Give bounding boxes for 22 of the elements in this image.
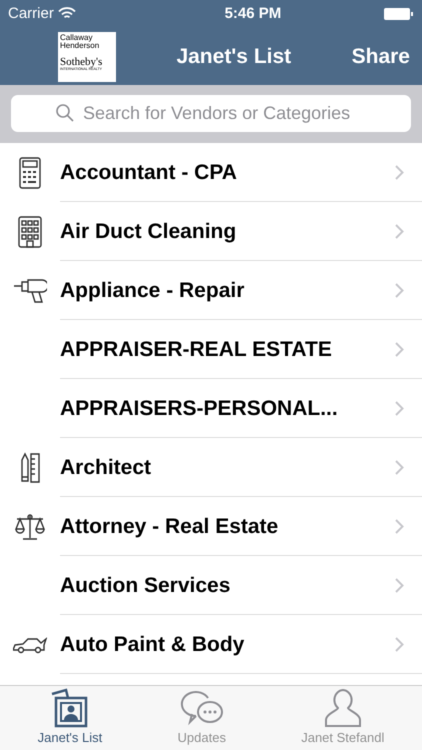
tab-bar-item[interactable]: Janet's List xyxy=(0,686,140,750)
chevron-icon xyxy=(395,460,404,475)
chevron-icon xyxy=(395,637,404,652)
chevron-icon xyxy=(395,224,404,239)
search-field[interactable]: Search for Vendors or Categories xyxy=(11,95,411,132)
chevron-icon xyxy=(395,283,404,298)
pencil-ruler-icon xyxy=(19,452,41,484)
chevron-icon xyxy=(395,342,404,357)
car-icon xyxy=(13,634,47,654)
chevron-icon xyxy=(395,578,404,593)
carrier-name: Carrier xyxy=(8,4,54,24)
building-icon xyxy=(18,216,42,248)
calculator-icon xyxy=(19,156,41,188)
chevron-icon xyxy=(395,519,404,534)
share-button[interactable]: Share xyxy=(352,40,410,72)
chevron-icon xyxy=(395,401,404,416)
drill-icon xyxy=(13,278,47,304)
chevron-icon xyxy=(395,165,404,180)
scales-icon xyxy=(13,512,47,540)
nav-title: Janet's List xyxy=(176,44,292,70)
status-time: 5:46 PM xyxy=(224,4,282,24)
search-icon xyxy=(56,104,74,122)
